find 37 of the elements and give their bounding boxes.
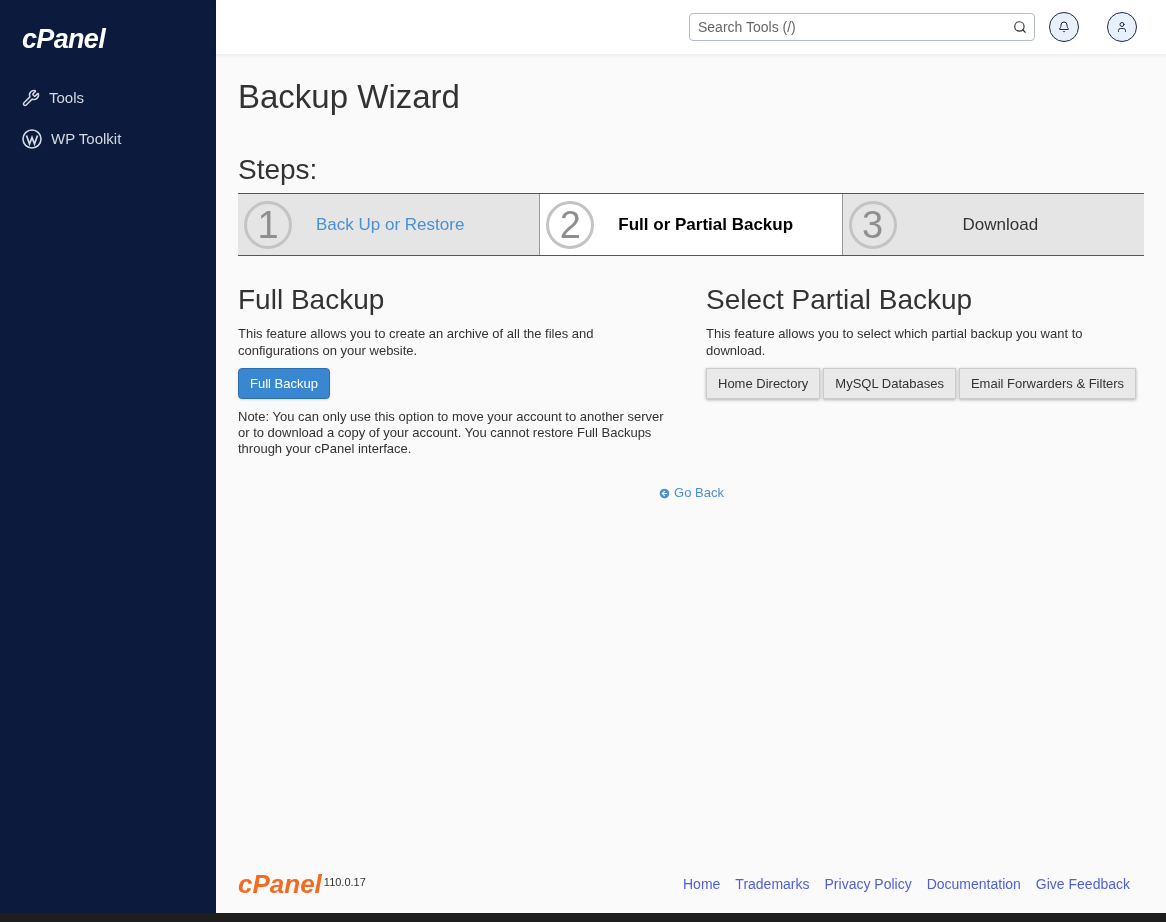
user-icon — [1116, 21, 1128, 33]
step-label: Download — [961, 214, 1040, 236]
step-number: 1 — [244, 200, 292, 249]
user-button[interactable] — [1107, 12, 1137, 42]
partial-backup-button[interactable]: Home Directory — [706, 368, 821, 400]
go-back-link[interactable]: Go Back — [658, 483, 724, 503]
footer-link[interactable]: Trademarks — [735, 873, 810, 895]
footer-logo: cPanel — [238, 871, 322, 897]
wordpress-icon — [22, 128, 42, 149]
sidebar-item[interactable]: WP Toolkit — [22, 127, 122, 150]
footer-link[interactable]: Give Feedback — [1035, 873, 1130, 895]
note-text: Note: You can only use this option to move your account to another server or to download a copy of your account. You cannot restore Full Backups through your cPanel interface. — [238, 409, 665, 458]
step-number: 2 — [546, 200, 595, 249]
notifications-button[interactable] — [1049, 12, 1079, 42]
tools-icon — [22, 89, 40, 108]
full-backup-button[interactable]: Full Backup — [238, 368, 330, 400]
search-field[interactable]: Search Tools (/) — [689, 13, 1035, 41]
sidebar-item[interactable]: Tools — [22, 87, 85, 110]
step-number: 3 — [848, 200, 897, 249]
footer-link[interactable]: Home — [683, 873, 721, 895]
footer-link[interactable]: Documentation — [926, 873, 1021, 895]
version-text: 110.0.17 — [323, 875, 366, 890]
footer-link[interactable]: Privacy Policy — [824, 873, 912, 895]
steps-heading: Steps: — [238, 153, 318, 188]
cpanel-logo[interactable]: cPanel — [22, 26, 105, 53]
search-icon — [1013, 20, 1027, 34]
section-title: Select Partial Backup — [706, 283, 973, 318]
section-description: This feature allows you to select which partial backup you want to download. — [706, 325, 1084, 360]
step-label[interactable]: Back Up or Restore — [316, 212, 465, 238]
section-title: Full Backup — [238, 283, 385, 318]
page-title: Backup Wizard — [238, 77, 460, 117]
wizard-step[interactable]: 1 Back Up or Restore — [238, 194, 540, 256]
partial-backup-button[interactable]: MySQL Databases — [823, 368, 956, 400]
bell-icon — [1058, 21, 1070, 33]
step-label: Full or Partial Backup — [618, 214, 794, 236]
partial-backup-button[interactable]: Email Forwarders & Filters — [958, 368, 1137, 400]
section-description: This feature allows you to create an archive of all the files and configurations on your website. — [238, 325, 595, 360]
